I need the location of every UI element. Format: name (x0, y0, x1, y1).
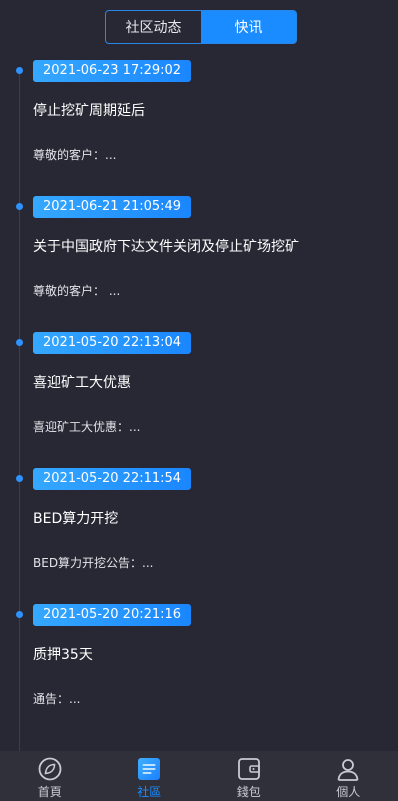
news-date-badge: 2021-06-21 21:05:49 (33, 196, 192, 218)
news-date-badge: 2021-05-20 22:11:54 (33, 468, 192, 490)
news-excerpt: BED算力开挖公告：... (33, 556, 154, 570)
tab-news-flash[interactable]: 快讯 (201, 11, 296, 43)
tab-community-updates[interactable]: 社区动态 (106, 11, 201, 43)
nav-profile-label: 個人 (336, 785, 361, 799)
bottom-nav: 首頁 社區 錢包 個人 (0, 751, 398, 801)
news-timeline: 2021-06-23 17:29:02 停止挖矿周期延后 尊敬的客户：... 2… (0, 56, 398, 760)
news-item[interactable]: 2021-05-20 22:13:04 喜迎矿工大优惠 喜迎矿工大优惠：... (0, 328, 398, 464)
news-date-badge: 2021-05-20 20:21:16 (33, 604, 192, 626)
tab-switcher: 社区动态 快讯 (105, 10, 297, 44)
news-title: 关于中国政府下达文件关闭及停止矿场挖矿 (33, 239, 299, 255)
news-item[interactable]: 2021-06-23 17:29:02 停止挖矿周期延后 尊敬的客户：... (0, 56, 398, 192)
news-title: 喜迎矿工大优惠 (33, 375, 131, 391)
news-date-badge: 2021-05-20 22:13:04 (33, 332, 192, 354)
news-date-badge: 2021-06-23 17:29:02 (33, 60, 192, 82)
news-item[interactable]: 2021-05-20 22:11:54 BED算力开挖 BED算力开挖公告：..… (0, 464, 398, 600)
news-excerpt: 尊敬的客户： ... (33, 284, 121, 298)
profile-icon (337, 759, 359, 781)
timeline-dot (16, 611, 23, 618)
timeline-dot (16, 339, 23, 346)
nav-home-label: 首頁 (37, 785, 62, 799)
nav-home[interactable]: 首頁 (0, 751, 100, 801)
timeline-dot (16, 475, 23, 482)
home-icon (38, 757, 62, 781)
timeline-dot (16, 67, 23, 74)
news-title: BED算力开挖 (33, 511, 119, 527)
nav-community-label: 社區 (137, 785, 162, 799)
nav-wallet-label: 錢包 (236, 785, 261, 799)
news-title: 质押35天 (33, 647, 93, 663)
news-excerpt: 通告：... (33, 692, 81, 706)
news-item[interactable]: 2021-05-20 20:21:16 质押35天 通告：... (0, 600, 398, 736)
news-excerpt: 喜迎矿工大优惠：... (33, 420, 141, 434)
nav-profile[interactable]: 個人 (299, 751, 398, 801)
wallet-icon (237, 758, 260, 780)
app-screen: 社区动态 快讯 2021-06-23 17:29:02 停止挖矿周期延后 尊敬的… (0, 0, 398, 801)
timeline-dot (16, 203, 23, 210)
nav-wallet[interactable]: 錢包 (199, 751, 299, 801)
news-item[interactable]: 2021-06-21 21:05:49 关于中国政府下达文件关闭及停止矿场挖矿 … (0, 192, 398, 328)
news-title: 停止挖矿周期延后 (33, 103, 145, 119)
community-icon (138, 758, 161, 780)
news-excerpt: 尊敬的客户：... (33, 148, 117, 162)
nav-community[interactable]: 社區 (100, 751, 200, 801)
